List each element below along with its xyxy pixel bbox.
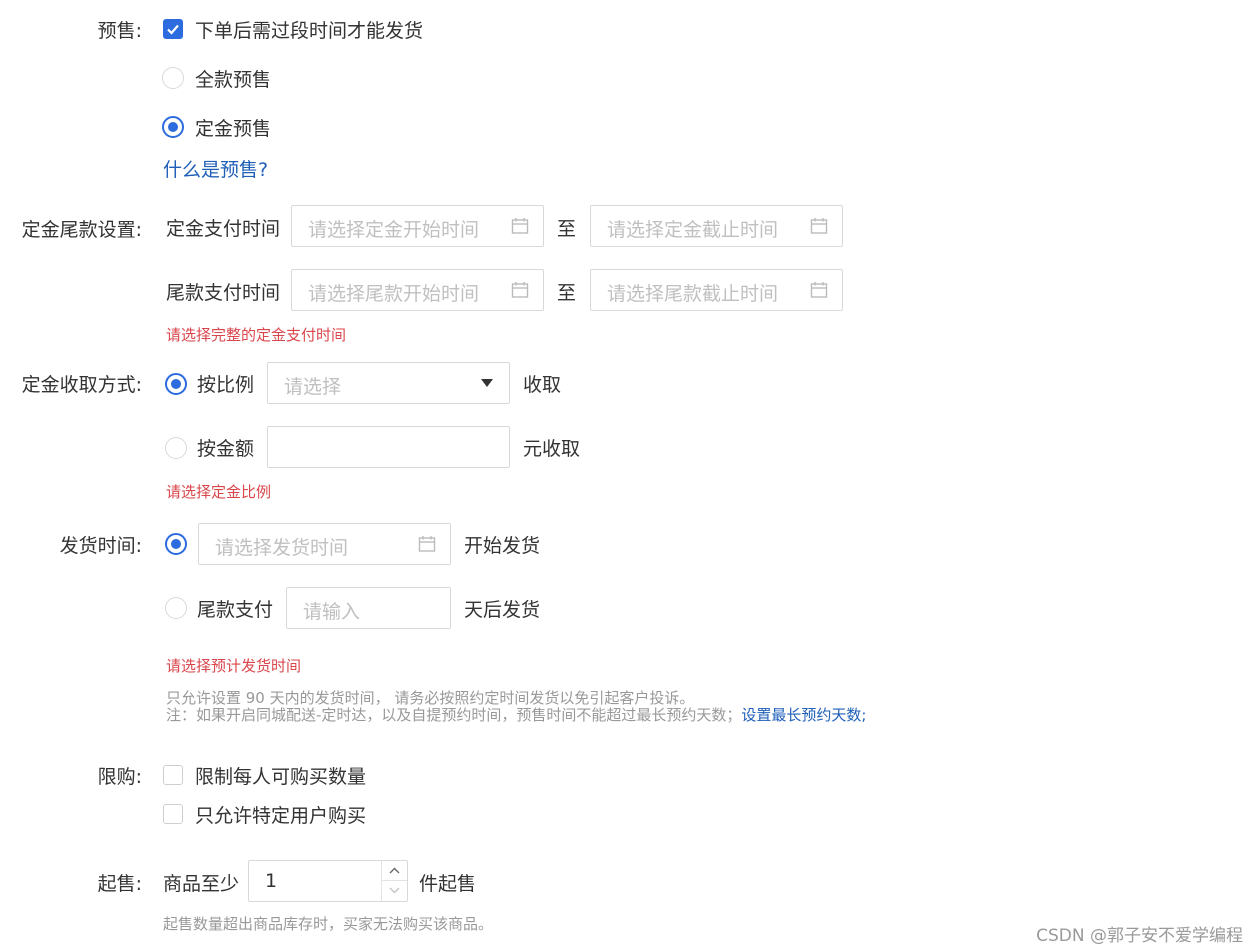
calendar-icon [418,536,436,552]
deposit-start-placeholder: 请选择定金开始时间 [308,219,480,241]
balance-end-input[interactable]: 请选择尾款截止时间 [590,269,843,311]
calendar-icon [810,282,828,298]
deposit-presale-radio[interactable] [162,116,184,138]
per-person-limit-label: 限制每人可购买数量 [195,766,367,788]
after-balance-radio[interactable] [165,597,187,619]
ship-days-input[interactable]: 请输入 [286,587,451,629]
after-balance-label: 尾款支付 [197,599,274,621]
ship-time-note-2-text: 注：如果开启同城配送-定时达，以及自提预约时间，预售时间不能超过最长预约天数； [166,706,742,724]
calendar-icon [810,218,828,234]
deposit-end-placeholder: 请选择定金截止时间 [607,219,779,241]
specific-users-label: 只允许特定用户购买 [195,805,367,827]
balance-start-input[interactable]: 请选择尾款开始时间 [291,269,544,311]
by-ratio-label: 按比例 [197,374,255,396]
balance-time-label: 尾款支付时间 [166,282,281,304]
full-presale-radio[interactable] [162,67,184,89]
by-ratio-radio[interactable] [165,373,187,395]
check-icon [167,24,179,35]
ship-date-placeholder: 请选择发货时间 [215,537,349,559]
ship-time-error: 请选择预计发货时间 [166,657,302,675]
min-sale-value: 1 [265,870,278,892]
min-sale-label: 起售: [97,873,142,895]
ship-time-note-2: 注：如果开启同城配送-定时达，以及自提预约时间，预售时间不能超过最长预约天数；设… [166,704,866,725]
deposit-method-label: 定金收取方式: [21,374,142,396]
deposit-time-error: 请选择完整的定金支付时间 [166,326,347,344]
limit-label: 限购: [97,766,142,788]
calendar-icon [511,218,529,234]
per-person-limit-checkbox[interactable] [163,765,183,785]
deposit-presale-label: 定金预售 [195,118,272,140]
ship-date-suffix: 开始发货 [464,535,541,557]
caret-down-icon [481,379,493,387]
full-presale-label: 全款预售 [195,69,272,91]
watermark: CSDN @郭子安不爱学编程 [1036,926,1243,946]
min-sale-suffix: 件起售 [419,873,477,895]
ratio-select-placeholder: 请选择 [284,376,342,398]
deposit-ratio-error: 请选择定金比例 [166,483,272,501]
what-is-presale-link[interactable]: 什么是预售? [163,155,268,182]
presale-label: 预售: [97,20,142,42]
ratio-suffix: 收取 [523,374,562,396]
ship-date-input[interactable]: 请选择发货时间 [198,523,451,565]
amount-suffix: 元收取 [523,438,581,460]
set-max-days-link[interactable]: 设置最长预约天数; [741,706,866,724]
ship-days-suffix: 天后发货 [464,599,541,621]
by-amount-radio[interactable] [165,437,187,459]
min-sale-stepper[interactable]: 1 [248,860,408,902]
deposit-time-label: 定金支付时间 [166,218,281,240]
presale-checkbox[interactable] [163,19,183,39]
chevron-up-icon [389,867,400,874]
min-sale-prefix: 商品至少 [163,873,240,895]
deposit-end-input[interactable]: 请选择定金截止时间 [590,205,843,247]
amount-input[interactable] [267,426,510,468]
ship-days-placeholder: 请输入 [303,601,361,623]
presale-checkbox-label: 下单后需过段时间才能发货 [195,20,424,42]
min-sale-note: 起售数量超出商品库存时，买家无法购买该商品。 [163,915,494,933]
chevron-down-icon [389,887,400,894]
ratio-select[interactable]: 请选择 [267,362,510,404]
balance-to-label: 至 [557,282,577,304]
increment-button[interactable] [381,861,407,881]
balance-end-placeholder: 请选择尾款截止时间 [607,283,779,305]
deposit-to-label: 至 [557,218,577,240]
balance-start-placeholder: 请选择尾款开始时间 [308,283,480,305]
deposit-settings-label: 定金尾款设置: [21,219,142,241]
ship-date-radio[interactable] [165,533,187,555]
decrement-button[interactable] [381,881,407,901]
ship-time-label: 发货时间: [59,535,142,557]
deposit-start-input[interactable]: 请选择定金开始时间 [291,205,544,247]
specific-users-checkbox[interactable] [163,804,183,824]
by-amount-label: 按金额 [197,438,255,460]
calendar-icon [511,282,529,298]
